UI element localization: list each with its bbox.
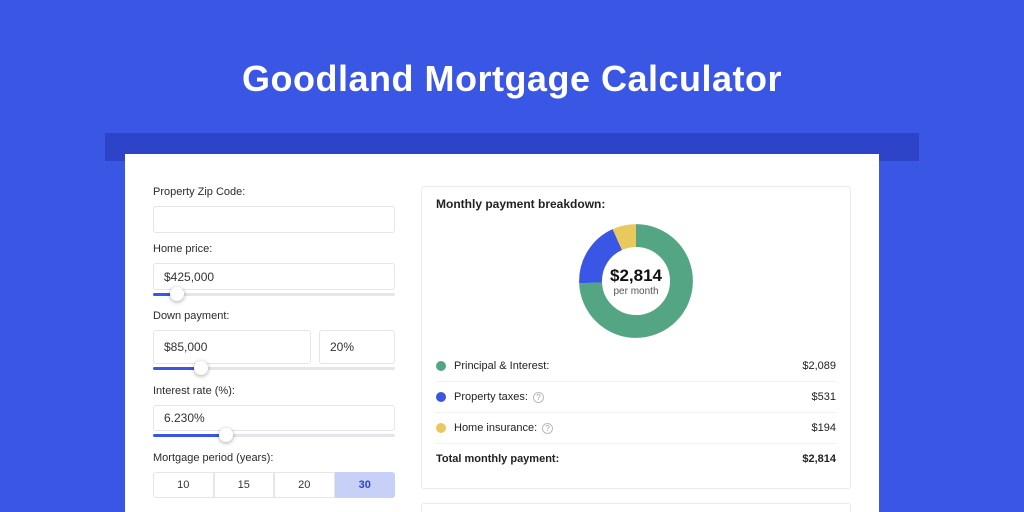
legend-row: Principal & Interest:$2,089 bbox=[436, 351, 836, 381]
info-icon[interactable]: ? bbox=[533, 392, 544, 403]
total-label: Total monthly payment: bbox=[436, 453, 802, 465]
breakdown-card: Monthly payment breakdown: $2,814 per mo… bbox=[421, 186, 851, 489]
mortgage-period-label: Mortgage period (years): bbox=[153, 452, 395, 464]
home-price-label: Home price: bbox=[153, 243, 395, 255]
home-price-slider[interactable] bbox=[153, 289, 395, 300]
amortization-card: Amortization for mortgage loan Amortizat… bbox=[421, 503, 851, 512]
legend-dot bbox=[436, 361, 446, 371]
legend-row: Home insurance:?$194 bbox=[436, 412, 836, 443]
period-option-10[interactable]: 10 bbox=[153, 472, 214, 498]
breakdown-title: Monthly payment breakdown: bbox=[436, 197, 836, 211]
legend-dot bbox=[436, 392, 446, 402]
down-payment-percent-input[interactable] bbox=[319, 330, 395, 364]
down-payment-slider[interactable] bbox=[153, 363, 395, 374]
form-column: Property Zip Code: Home price: Down paym… bbox=[153, 186, 395, 512]
donut-center-amount: $2,814 bbox=[610, 266, 662, 286]
results-column: Monthly payment breakdown: $2,814 per mo… bbox=[421, 186, 851, 512]
legend-value: $531 bbox=[812, 391, 836, 403]
interest-rate-slider[interactable] bbox=[153, 430, 395, 441]
period-option-30[interactable]: 30 bbox=[335, 472, 396, 498]
zip-label: Property Zip Code: bbox=[153, 186, 395, 198]
info-icon[interactable]: ? bbox=[542, 423, 553, 434]
legend-label: Home insurance:? bbox=[454, 422, 812, 434]
interest-rate-label: Interest rate (%): bbox=[153, 385, 395, 397]
period-option-20[interactable]: 20 bbox=[274, 472, 335, 498]
payment-donut-chart: $2,814 per month bbox=[576, 221, 696, 341]
legend-label: Property taxes:? bbox=[454, 391, 812, 403]
down-payment-label: Down payment: bbox=[153, 310, 395, 322]
legend-row: Property taxes:?$531 bbox=[436, 381, 836, 412]
donut-center-sub: per month bbox=[613, 286, 658, 297]
home-price-input[interactable] bbox=[153, 263, 395, 290]
legend-label: Principal & Interest: bbox=[454, 360, 802, 372]
mortgage-period-group: 10152030 bbox=[153, 472, 395, 498]
legend-value: $194 bbox=[812, 422, 836, 434]
page-title: Goodland Mortgage Calculator bbox=[0, 0, 1024, 100]
zip-input[interactable] bbox=[153, 206, 395, 233]
total-value: $2,814 bbox=[802, 453, 836, 465]
calculator-panel: Property Zip Code: Home price: Down paym… bbox=[125, 154, 879, 512]
period-option-15[interactable]: 15 bbox=[214, 472, 275, 498]
legend-value: $2,089 bbox=[802, 360, 836, 372]
interest-rate-input[interactable] bbox=[153, 405, 395, 432]
down-payment-input[interactable] bbox=[153, 330, 311, 364]
legend-dot bbox=[436, 423, 446, 433]
